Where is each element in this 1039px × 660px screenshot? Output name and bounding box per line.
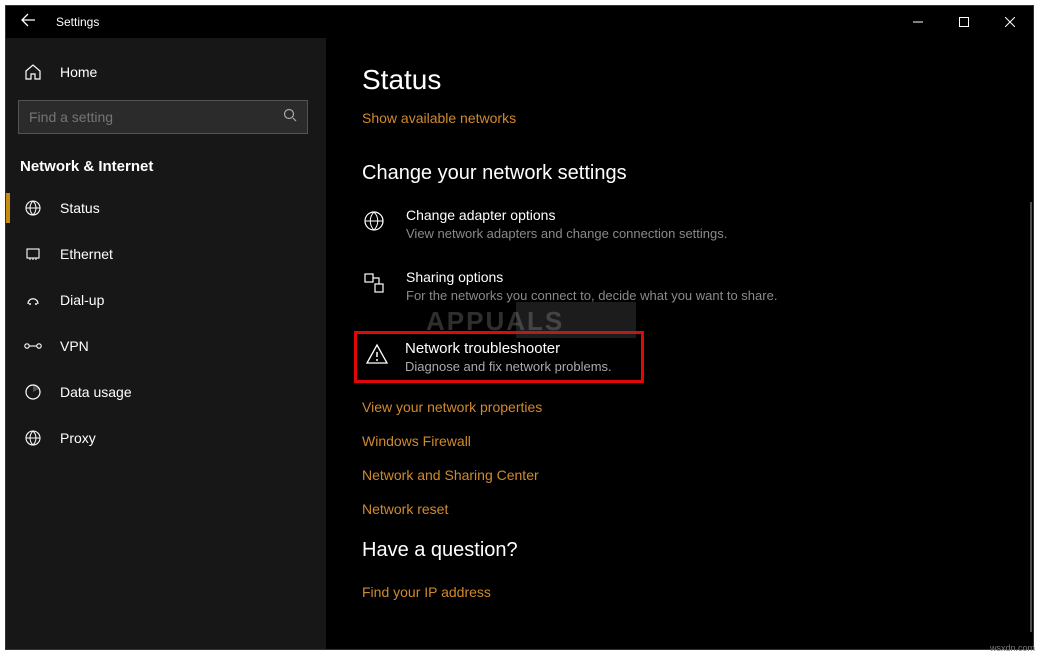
adapter-desc: View network adapters and change connect… (406, 226, 727, 241)
maximize-icon (959, 17, 969, 27)
back-arrow-icon (20, 12, 36, 28)
search-input[interactable] (19, 109, 273, 125)
vpn-icon (20, 339, 46, 353)
show-available-networks-link[interactable]: Show available networks (362, 110, 516, 126)
back-button[interactable] (6, 12, 50, 33)
network-sharing-center-link[interactable]: Network and Sharing Center (362, 467, 1033, 483)
troubleshooter-title: Network troubleshooter (405, 340, 612, 357)
close-icon (1005, 17, 1015, 27)
sidebar-item-vpn[interactable]: VPN (6, 323, 326, 369)
settings-window: Settings Home Network (5, 5, 1034, 650)
sharing-title: Sharing options (406, 269, 777, 285)
find-ip-address-link[interactable]: Find your IP address (362, 584, 491, 600)
window-title: Settings (56, 15, 99, 29)
sidebar-item-proxy[interactable]: Proxy (6, 415, 326, 461)
page-title: Status (362, 64, 1033, 96)
sidebar-item-datausage[interactable]: Data usage (6, 369, 326, 415)
minimize-icon (913, 17, 923, 27)
close-button[interactable] (987, 6, 1033, 38)
network-troubleshooter[interactable]: Network troubleshooter Diagnose and fix … (354, 331, 644, 383)
maximize-button[interactable] (941, 6, 987, 38)
sidebar-item-label: Dial-up (60, 292, 104, 308)
home-button[interactable]: Home (6, 50, 326, 94)
sidebar-item-ethernet[interactable]: Ethernet (6, 231, 326, 277)
ethernet-icon (20, 245, 46, 263)
change-adapter-options[interactable]: Change adapter options View network adap… (362, 207, 1033, 241)
globe-icon (20, 199, 46, 217)
home-icon (20, 63, 46, 81)
titlebar: Settings (6, 6, 1033, 38)
view-network-properties-link[interactable]: View your network properties (362, 399, 1033, 415)
attribution: wsxdn.com (990, 643, 1035, 653)
change-settings-heading: Change your network settings (362, 162, 1033, 185)
search-icon (273, 108, 307, 127)
sidebar-item-label: Data usage (60, 384, 132, 400)
adapter-icon (362, 207, 392, 238)
scrollbar[interactable] (1030, 202, 1032, 632)
sidebar: Home Network & Internet Status Ethernet (6, 38, 326, 649)
home-label: Home (60, 64, 97, 80)
sidebar-group-title: Network & Internet (6, 142, 326, 185)
sharing-icon (362, 269, 392, 300)
sidebar-item-dialup[interactable]: Dial-up (6, 277, 326, 323)
proxy-icon (20, 429, 46, 447)
sidebar-item-status[interactable]: Status (6, 185, 326, 231)
warning-icon (365, 340, 395, 371)
sidebar-item-label: Proxy (60, 430, 96, 446)
network-reset-link[interactable]: Network reset (362, 501, 1033, 517)
troubleshooter-desc: Diagnose and fix network problems. (405, 359, 612, 374)
data-usage-icon (20, 383, 46, 401)
sidebar-item-label: VPN (60, 338, 89, 354)
adapter-title: Change adapter options (406, 207, 727, 223)
dialup-icon (20, 291, 46, 309)
sidebar-item-label: Status (60, 200, 100, 216)
windows-firewall-link[interactable]: Windows Firewall (362, 433, 1033, 449)
have-question-heading: Have a question? (362, 539, 1033, 562)
sharing-options[interactable]: Sharing options For the networks you con… (362, 269, 1033, 303)
search-input-container[interactable] (18, 100, 308, 134)
minimize-button[interactable] (895, 6, 941, 38)
sharing-desc: For the networks you connect to, decide … (406, 288, 777, 303)
sidebar-item-label: Ethernet (60, 246, 113, 262)
main-content: Status Show available networks Change yo… (326, 38, 1033, 649)
